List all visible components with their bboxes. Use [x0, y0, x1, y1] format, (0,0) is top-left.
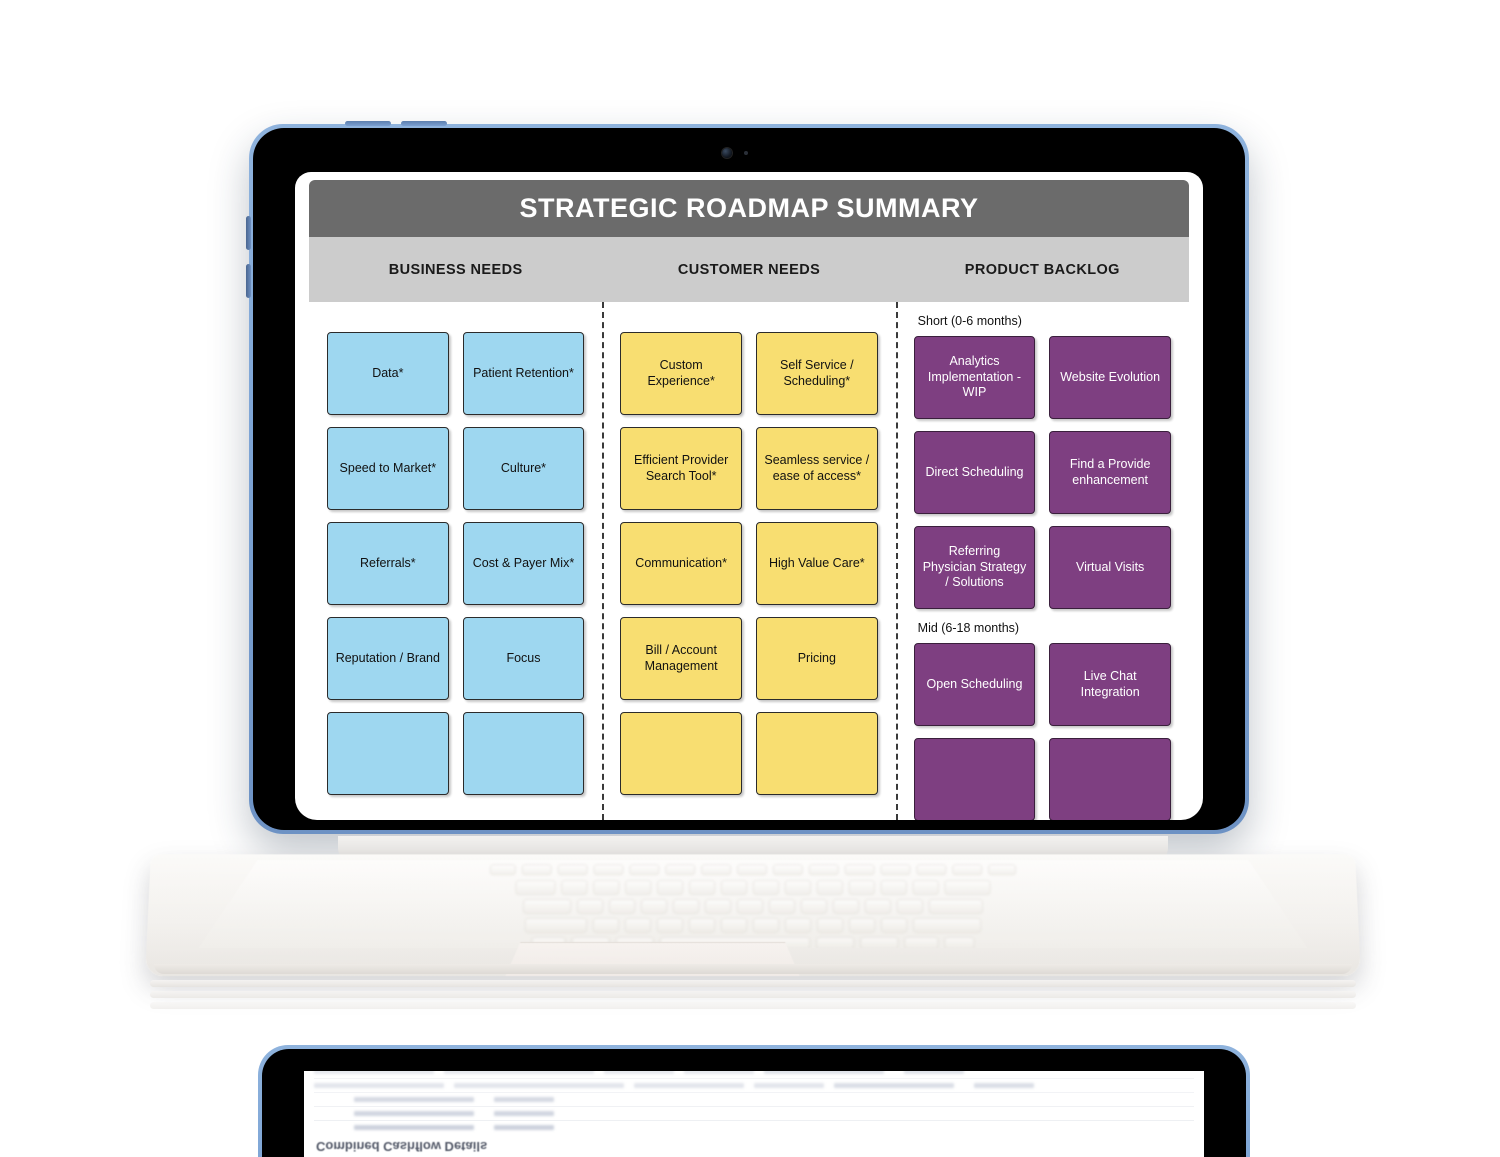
- roadmap-board: Data* Patient Retention* Speed to Market…: [309, 302, 1189, 820]
- top-button-right[interactable]: [401, 121, 447, 126]
- card-backlog-item[interactable]: Direct Scheduling: [913, 431, 1036, 514]
- backlog-mid-card-grid: Open Scheduling Live Chat Integration: [913, 643, 1171, 820]
- card-customer-need[interactable]: Bill / Account Management: [620, 617, 742, 700]
- volume-down-button[interactable]: [246, 264, 251, 298]
- device-reflection-stack: [150, 980, 1356, 1020]
- tablet-device: STRATEGIC ROADMAP SUMMARY BUSINESS NEEDS…: [246, 121, 1249, 834]
- card-business-need[interactable]: Data*: [327, 332, 449, 415]
- slide-canvas: STRATEGIC ROADMAP SUMMARY BUSINESS NEEDS…: [309, 180, 1189, 820]
- card-customer-need[interactable]: Efficient Provider Search Tool*: [620, 427, 742, 510]
- volume-up-button[interactable]: [246, 216, 251, 250]
- card-customer-need[interactable]: Seamless service / ease of access*: [755, 427, 878, 510]
- keyboard-deck: [199, 860, 1308, 948]
- card-business-need[interactable]: Cost & Payer Mix*: [462, 522, 585, 605]
- column-header-product-backlog: PRODUCT BACKLOG: [964, 261, 1120, 278]
- card-business-need[interactable]: Focus: [462, 617, 585, 700]
- card-business-need[interactable]: Referrals*: [327, 522, 449, 605]
- card-customer-need[interactable]: Communication*: [620, 522, 742, 605]
- slide-title: STRATEGIC ROADMAP SUMMARY: [309, 180, 1189, 237]
- card-backlog-item[interactable]: Virtual Visits: [1049, 526, 1171, 609]
- card-customer-need[interactable]: Self Service / Scheduling*: [755, 332, 878, 415]
- card-backlog-item[interactable]: Live Chat Integration: [1049, 643, 1171, 726]
- card-business-need[interactable]: [327, 712, 449, 795]
- column-product-backlog: Short (0-6 months) Analytics Implementat…: [896, 302, 1189, 820]
- top-button-left[interactable]: [345, 121, 391, 126]
- card-business-need[interactable]: Reputation / Brand: [327, 617, 449, 700]
- mirrored-tablet-device: Combined Cashflow Details: [258, 1045, 1250, 1157]
- card-customer-need[interactable]: [620, 712, 742, 795]
- card-backlog-item[interactable]: [1049, 738, 1171, 820]
- camera-lens-icon: [722, 148, 732, 158]
- card-business-need[interactable]: Patient Retention*: [462, 332, 585, 415]
- card-customer-need[interactable]: [755, 712, 878, 795]
- card-customer-need[interactable]: Pricing: [755, 617, 878, 700]
- phase-label-short: Short (0-6 months): [917, 314, 1022, 328]
- business-needs-card-grid: Data* Patient Retention* Speed to Market…: [327, 332, 585, 795]
- card-backlog-item[interactable]: Referring Physician Strategy / Solutions: [913, 526, 1036, 609]
- backlog-short-card-grid: Analytics Implementation - WIP Website E…: [913, 336, 1171, 609]
- column-customer-needs: Custom Experience* Self Service / Schedu…: [602, 302, 895, 820]
- card-backlog-item[interactable]: Website Evolution: [1049, 336, 1171, 419]
- mirrored-tablet-screen: Combined Cashflow Details: [304, 1071, 1204, 1157]
- mirrored-tablet-bezel: Combined Cashflow Details: [262, 1049, 1246, 1157]
- column-header-business-needs: BUSINESS NEEDS: [388, 261, 523, 278]
- customer-needs-card-grid: Custom Experience* Self Service / Schedu…: [620, 332, 878, 795]
- spreadsheet-rows: [314, 1071, 1194, 1134]
- tablet-bezel: STRATEGIC ROADMAP SUMMARY BUSINESS NEEDS…: [253, 128, 1245, 830]
- keyboard-keys[interactable]: [199, 860, 1308, 948]
- card-customer-need[interactable]: High Value Care*: [755, 522, 878, 605]
- keyboard-base: [145, 836, 1361, 996]
- column-header-customer-needs: CUSTOMER NEEDS: [677, 261, 821, 278]
- keyboard-body: [145, 854, 1361, 977]
- keyboard-front-lip: [154, 964, 1352, 974]
- phase-label-mid: Mid (6-18 months): [917, 621, 1020, 635]
- screenshot-canvas: STRATEGIC ROADMAP SUMMARY BUSINESS NEEDS…: [0, 0, 1500, 1157]
- column-business-needs: Data* Patient Retention* Speed to Market…: [309, 302, 602, 820]
- front-camera-icon: [722, 148, 776, 158]
- card-business-need[interactable]: Culture*: [462, 427, 585, 510]
- card-backlog-item[interactable]: [913, 738, 1036, 820]
- card-business-need[interactable]: Speed to Market*: [327, 427, 449, 510]
- card-customer-need[interactable]: Custom Experience*: [620, 332, 742, 415]
- spreadsheet-title: Combined Cashflow Details: [316, 1139, 488, 1154]
- spreadsheet-reflection: Combined Cashflow Details: [304, 1071, 1204, 1157]
- tablet-screen: STRATEGIC ROADMAP SUMMARY BUSINESS NEEDS…: [295, 172, 1203, 820]
- camera-sensor-icon: [744, 151, 748, 155]
- card-business-need[interactable]: [462, 712, 585, 795]
- card-backlog-item[interactable]: Open Scheduling: [913, 643, 1036, 726]
- column-header-row: BUSINESS NEEDS CUSTOMER NEEDS PRODUCT BA…: [309, 237, 1189, 302]
- card-backlog-item[interactable]: Analytics Implementation - WIP: [913, 336, 1036, 419]
- card-backlog-item[interactable]: Find a Provide enhancement: [1049, 431, 1171, 514]
